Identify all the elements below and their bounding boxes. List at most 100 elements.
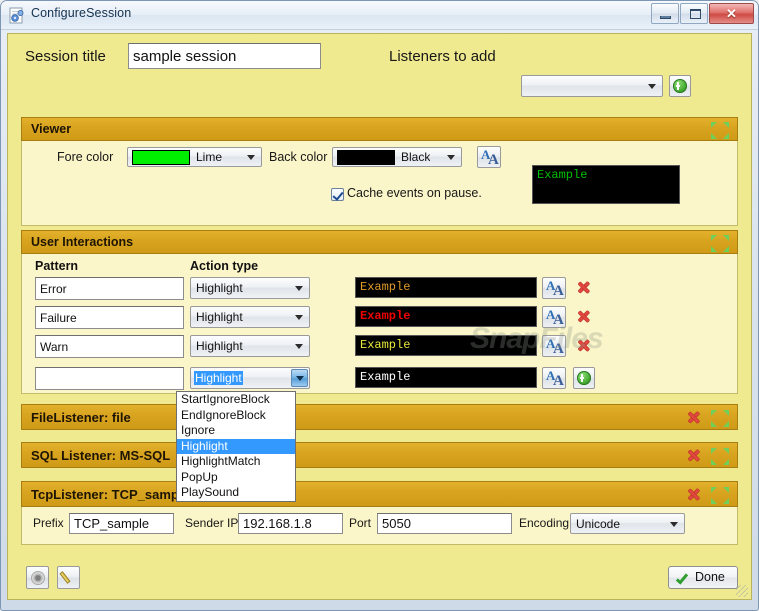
resize-grip[interactable] <box>736 585 748 597</box>
tcp-listener-body: Prefix Sender IP Port Encoding Unicode <box>21 507 738 545</box>
fore-color-combo[interactable]: Lime <box>127 147 262 167</box>
cache-events-checkbox[interactable] <box>331 188 344 201</box>
file-listener-header: FileListener: file <box>21 404 738 430</box>
add-interaction-button[interactable] <box>573 367 595 389</box>
chevron-down-icon[interactable] <box>291 369 308 387</box>
maximize-button[interactable] <box>680 3 708 24</box>
gear-icon <box>31 571 45 585</box>
tcp-port-label: Port <box>349 516 372 530</box>
action-type-combo[interactable]: Highlight <box>190 277 310 299</box>
expand-arrows-icon[interactable] <box>711 410 729 427</box>
application-window: ConfigureSession ✕ SnapFiles Session tit… <box>0 0 759 611</box>
session-title-input[interactable] <box>128 43 321 69</box>
dropdown-option-selected[interactable]: Highlight <box>177 438 295 454</box>
tcp-listener-group: TcpListener: TCP_sample Prefix Sender IP… <box>21 481 738 545</box>
file-listener-delete-button[interactable] <box>686 410 701 425</box>
tcp-sender-ip-label: Sender IP <box>185 516 239 530</box>
pattern-input[interactable] <box>35 306 184 329</box>
expand-arrows-icon[interactable] <box>711 487 729 504</box>
action-type-value: Highlight <box>196 310 243 324</box>
pattern-input-new[interactable] <box>35 367 184 390</box>
tcp-encoding-combo[interactable]: Unicode <box>570 513 685 534</box>
tcp-port-input[interactable] <box>377 513 512 534</box>
row-preview-text: Example <box>360 338 411 352</box>
row-preview-text: Example <box>360 309 411 323</box>
top-settings-row: Session title Listeners to add <box>8 34 751 97</box>
viewer-font-button[interactable]: AA <box>477 146 501 168</box>
row-font-button-new[interactable]: AA <box>542 367 566 389</box>
add-listener-button[interactable] <box>669 75 691 97</box>
row-delete-button[interactable] <box>576 338 591 353</box>
tcp-encoding-value: Unicode <box>576 516 621 531</box>
tcp-listener-delete-button[interactable] <box>686 487 701 502</box>
done-button[interactable]: Done <box>668 566 738 589</box>
file-listener-title: FileListener: file <box>31 410 131 425</box>
window-title: ConfigureSession <box>31 6 132 20</box>
row-preview: Example <box>355 335 537 356</box>
dropdown-option[interactable]: StartIgnoreBlock <box>177 392 295 408</box>
interaction-row: Highlight Example AA <box>22 335 737 361</box>
expand-arrows-icon[interactable] <box>711 448 729 465</box>
close-button[interactable]: ✕ <box>709 3 754 24</box>
row-font-button[interactable]: AA <box>542 335 566 357</box>
action-type-value: Highlight <box>196 281 243 295</box>
sql-listener-delete-button[interactable] <box>686 448 701 463</box>
tcp-listener-header: TcpListener: TCP_sample <box>21 481 738 507</box>
content-scroll-area: SnapFiles Session title Listeners to add <box>8 34 751 599</box>
tcp-listener-title: TcpListener: TCP_sample <box>31 487 190 502</box>
action-type-dropdown-list[interactable]: StartIgnoreBlock EndIgnoreBlock Ignore H… <box>176 391 296 502</box>
dropdown-option[interactable]: PopUp <box>177 470 295 486</box>
pattern-input[interactable] <box>35 335 184 358</box>
dropdown-option[interactable]: Ignore <box>177 423 295 439</box>
chevron-down-icon <box>670 521 678 527</box>
tcp-sender-ip-input[interactable] <box>238 513 343 534</box>
sql-listener-title: SQL Listener: MS-SQL <box>31 448 171 463</box>
chevron-down-icon <box>247 155 255 160</box>
listeners-to-add-combo[interactable] <box>521 75 663 97</box>
tcp-prefix-label: Prefix <box>33 516 64 530</box>
user-interactions-group: User Interactions Pattern Action type Hi <box>21 230 738 394</box>
file-listener-bar[interactable]: FileListener: file <box>21 404 738 430</box>
tcp-prefix-input[interactable] <box>69 513 174 534</box>
dropdown-option[interactable]: EndIgnoreBlock <box>177 408 295 424</box>
row-preview-new: Example <box>355 367 537 388</box>
settings-button[interactable] <box>26 566 49 589</box>
row-delete-button[interactable] <box>576 309 591 324</box>
row-preview-text: Example <box>360 370 411 384</box>
chevron-down-icon <box>648 84 656 89</box>
chevron-down-icon <box>447 155 455 160</box>
cache-events-label: Cache events on pause. <box>347 186 482 200</box>
dropdown-option[interactable]: HighlightMatch <box>177 454 295 470</box>
expand-arrows-icon[interactable] <box>711 122 729 139</box>
row-delete-button[interactable] <box>576 280 591 295</box>
minimize-button[interactable] <box>651 3 679 24</box>
chevron-down-icon <box>295 315 303 320</box>
dropdown-option[interactable]: PlaySound <box>177 485 295 501</box>
window-frame: ConfigureSession ✕ SnapFiles Session tit… <box>0 0 759 611</box>
fore-color-swatch <box>132 150 190 165</box>
window-controls: ✕ <box>651 3 754 24</box>
action-type-combo[interactable]: Highlight <box>190 335 310 357</box>
row-preview: Example <box>355 306 537 327</box>
viewer-group-header: Viewer <box>21 117 738 141</box>
pattern-input[interactable] <box>35 277 184 300</box>
column-header-pattern: Pattern <box>35 259 79 273</box>
user-interactions-body: Pattern Action type Highlight Example <box>21 254 738 394</box>
green-check-icon <box>675 571 689 585</box>
session-title-label: Session title <box>25 48 106 65</box>
edit-button[interactable] <box>57 566 80 589</box>
listeners-to-add-label: Listeners to add <box>389 48 496 65</box>
interaction-row: Highlight Example AA <box>22 277 737 303</box>
row-font-button[interactable]: AA <box>542 306 566 328</box>
back-color-value: Black <box>401 150 431 164</box>
row-font-button[interactable]: AA <box>542 277 566 299</box>
column-header-action: Action type <box>190 259 259 273</box>
action-type-combo-open[interactable]: Highlight <box>190 367 310 389</box>
back-color-combo[interactable]: Black <box>332 147 462 167</box>
expand-arrows-icon[interactable] <box>711 235 729 252</box>
sql-listener-bar[interactable]: SQL Listener: MS-SQL <box>21 442 738 468</box>
interaction-row-new: Highlight Example AA <box>22 367 737 393</box>
close-icon: ✕ <box>726 6 737 21</box>
action-type-combo[interactable]: Highlight <box>190 306 310 328</box>
action-type-value: Highlight <box>196 339 243 353</box>
